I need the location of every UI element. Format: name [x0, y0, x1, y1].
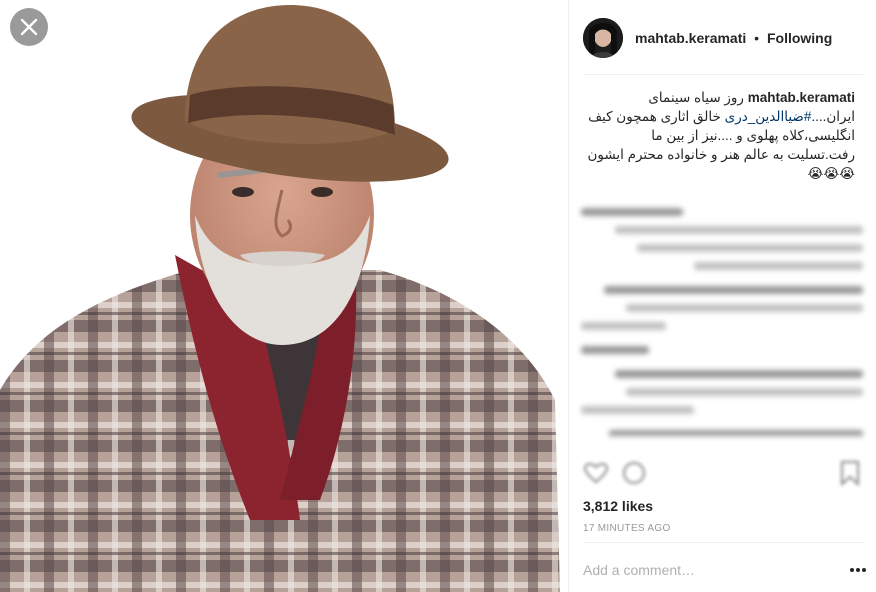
add-comment-input[interactable]: Add a comment…	[583, 562, 695, 578]
comment-icon[interactable]	[621, 460, 647, 486]
avatar[interactable]	[583, 18, 623, 58]
header-separator: •	[754, 30, 760, 46]
close-button[interactable]	[10, 8, 48, 46]
caption-hashtag[interactable]: #ضیاالدین_دری	[725, 109, 812, 124]
post-header: mahtab.keramati • Following	[583, 16, 863, 60]
following-button[interactable]: Following	[767, 30, 832, 46]
post-photo	[0, 0, 568, 592]
post-media	[0, 0, 568, 592]
comment-divider	[583, 542, 863, 543]
close-icon	[20, 18, 38, 36]
more-options-icon[interactable]	[849, 563, 867, 577]
like-icon[interactable]	[583, 460, 609, 486]
blurred-comments	[581, 208, 863, 436]
post-sidebar: mahtab.keramati • Following mahtab.keram…	[568, 0, 876, 592]
post-actions	[583, 458, 863, 488]
likes-count[interactable]: 3,812 likes	[583, 498, 653, 514]
post-timestamp: 17 MINUTES AGO	[583, 523, 671, 534]
header-divider	[583, 74, 863, 75]
avatar-image	[583, 18, 623, 58]
post-caption: mahtab.keramati روز سیاه سینمای ایران...…	[581, 88, 855, 183]
caption-username[interactable]: mahtab.keramati	[748, 90, 855, 105]
save-icon[interactable]	[839, 460, 861, 486]
header-username[interactable]: mahtab.keramati	[635, 30, 746, 46]
